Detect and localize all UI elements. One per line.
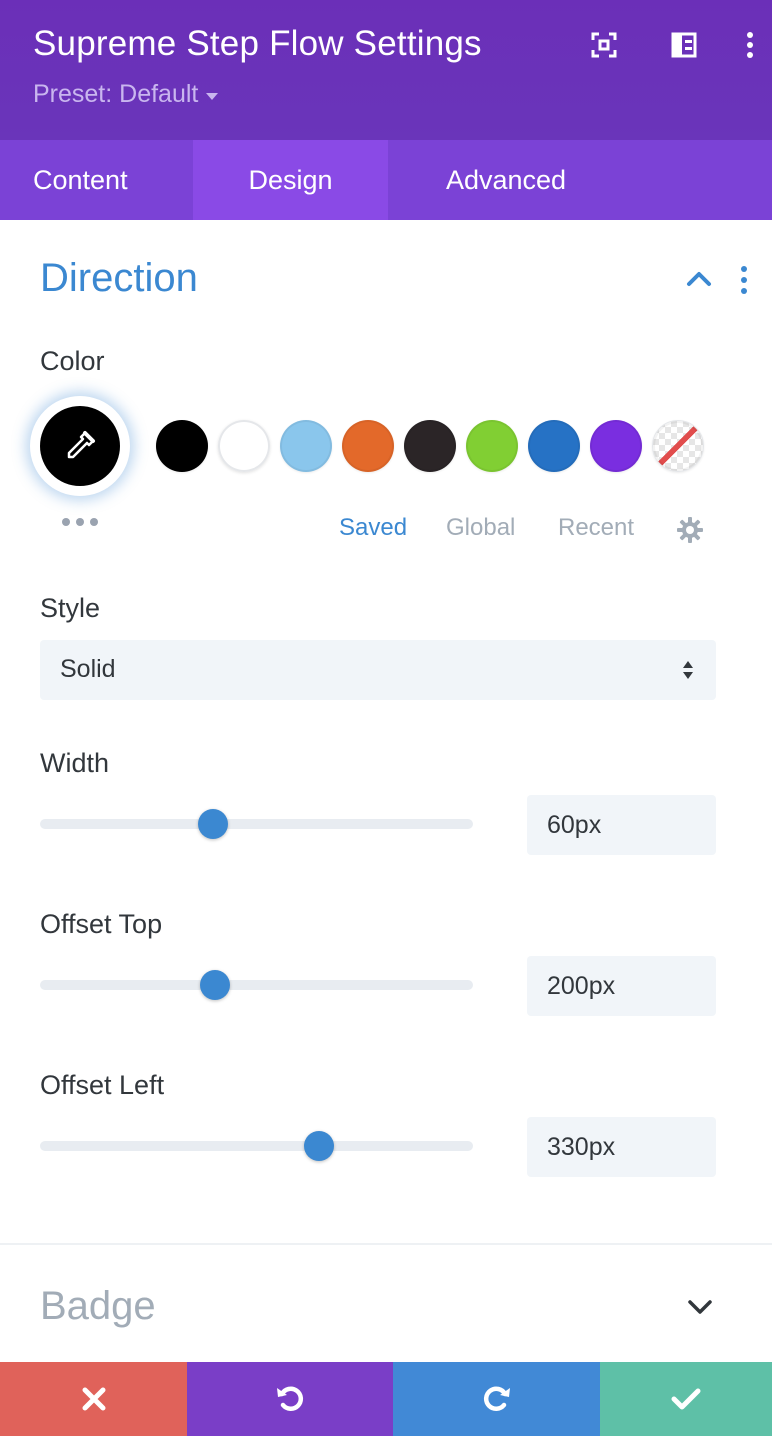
redo-icon [483, 1386, 510, 1411]
offset-left-slider-thumb[interactable] [304, 1131, 335, 1161]
color-picker-button[interactable] [30, 396, 130, 496]
layout-icon[interactable] [667, 28, 701, 62]
color-label: Color [40, 346, 105, 376]
color-swatch[interactable] [280, 420, 332, 472]
offset-left-input[interactable] [527, 1117, 716, 1177]
color-swatch[interactable] [590, 420, 642, 472]
offset-top-label: Offset Top [40, 909, 163, 939]
color-swatch[interactable] [218, 420, 270, 472]
check-icon [671, 1388, 701, 1410]
width-input[interactable] [527, 795, 716, 855]
style-label: Style [40, 593, 101, 623]
chevron-down-icon[interactable] [686, 1296, 714, 1318]
tab-advanced[interactable]: Advanced [388, 140, 624, 220]
palette-tab-recent[interactable]: Recent [558, 514, 634, 542]
more-vertical-icon[interactable] [733, 28, 767, 62]
close-icon [82, 1387, 105, 1411]
tab-content[interactable]: Content [0, 140, 193, 220]
color-swatch[interactable] [466, 420, 518, 472]
section-divider [0, 1243, 772, 1245]
tab-design[interactable]: Design [193, 140, 388, 220]
preset-dropdown[interactable]: Preset: Default [33, 80, 219, 109]
settings-header: Supreme Step Flow Settings Preset: Defau… [0, 0, 772, 140]
preset-label: Preset: Default [33, 80, 199, 108]
gear-icon[interactable] [676, 516, 704, 544]
offset-left-slider[interactable] [40, 1131, 473, 1161]
section-title-badge[interactable]: Badge [40, 1284, 156, 1329]
select-arrows-icon [683, 661, 693, 679]
color-swatch[interactable] [528, 420, 580, 472]
modal-title: Supreme Step Flow Settings [33, 24, 482, 63]
cancel-button[interactable] [0, 1362, 187, 1436]
section-options-icon[interactable] [734, 264, 754, 296]
palette-tab-global[interactable]: Global [446, 514, 515, 542]
palette-tab-saved[interactable]: Saved [339, 514, 407, 542]
offset-top-slider[interactable] [40, 970, 473, 1000]
undo-button[interactable] [187, 1362, 393, 1436]
save-button[interactable] [600, 1362, 772, 1436]
color-swatch[interactable] [156, 420, 208, 472]
offset-top-slider-thumb[interactable] [200, 970, 231, 1000]
width-slider-thumb[interactable] [198, 809, 229, 839]
action-footer [0, 1362, 772, 1436]
redo-button[interactable] [393, 1362, 600, 1436]
offset-top-input[interactable] [527, 956, 716, 1016]
section-title-direction[interactable]: Direction [40, 256, 198, 301]
more-colors-icon[interactable] [62, 516, 98, 528]
offset-left-label: Offset Left [40, 1070, 165, 1100]
selected-color [40, 406, 120, 486]
style-select-value: Solid [60, 655, 116, 683]
color-swatch[interactable] [342, 420, 394, 472]
width-slider[interactable] [40, 809, 473, 839]
no-color-swatch[interactable] [652, 420, 704, 472]
eyedropper-icon [67, 431, 95, 459]
chevron-up-icon[interactable] [684, 266, 714, 292]
settings-tabs: Content Design Advanced [0, 140, 772, 220]
caret-down-icon [206, 92, 219, 100]
style-select[interactable]: Solid [40, 640, 716, 700]
undo-icon [277, 1386, 304, 1411]
width-label: Width [40, 748, 110, 778]
focus-icon[interactable] [587, 28, 621, 62]
color-swatch[interactable] [404, 420, 456, 472]
